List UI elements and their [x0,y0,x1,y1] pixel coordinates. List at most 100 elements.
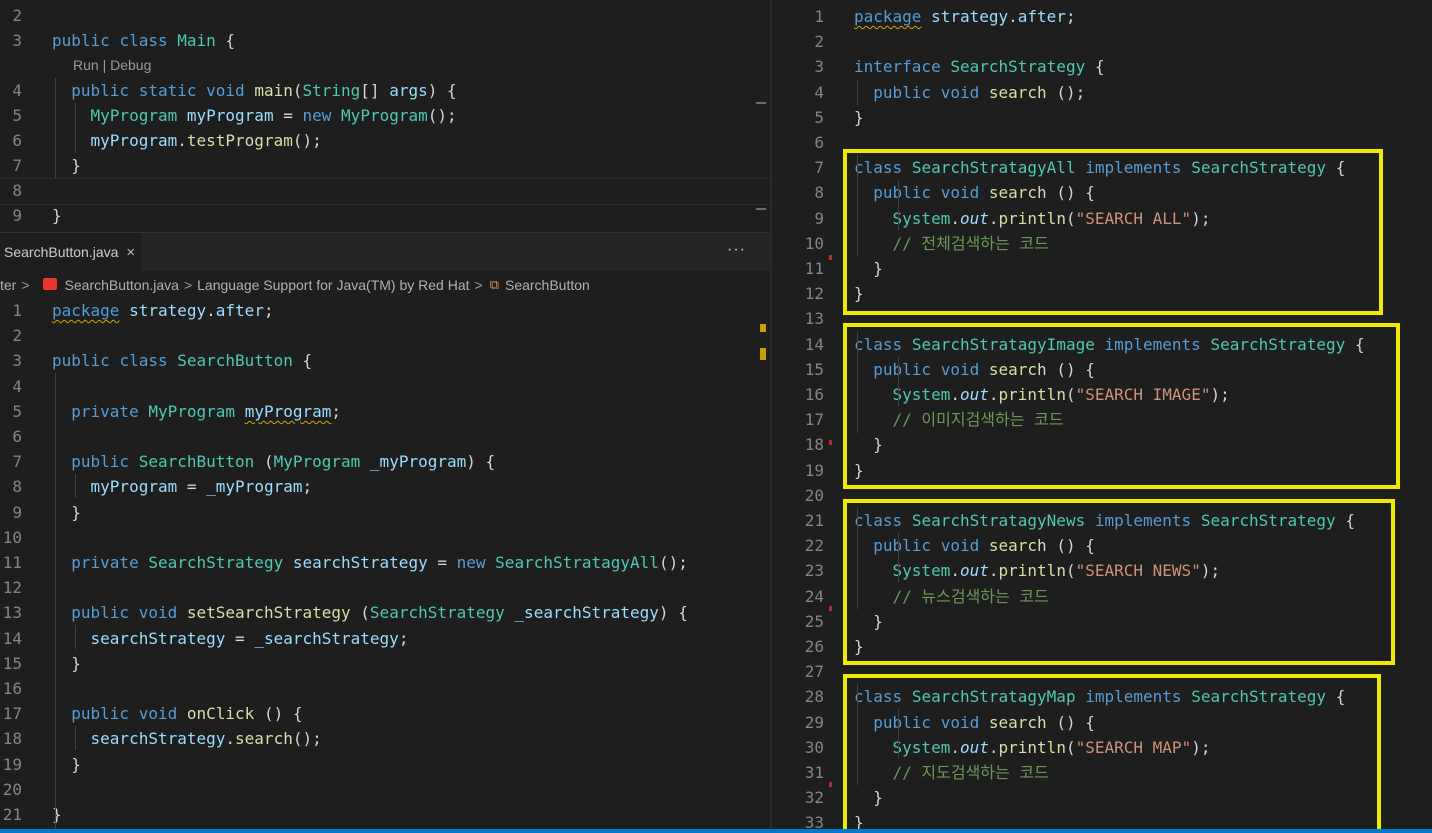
code-line[interactable]: 8 myProgram = _myProgram; [0,474,770,499]
indent-guide [75,625,76,649]
code-line[interactable]: 3 interface SearchStrategy { [772,54,1432,79]
line-number: 19 [804,460,824,480]
line-number: 5 [12,401,22,421]
line-number: 15 [2,653,22,673]
line-number: 27 [804,662,824,682]
line-number: 1 [12,301,22,320]
line-number: 16 [2,679,22,698]
code-line[interactable]: 1 package strategy.after; [772,4,1432,29]
code-line[interactable]: 5} [772,105,1432,130]
line-number: 4 [12,376,22,396]
code-text: interface SearchStrategy { [854,57,1105,77]
code-text: public void onClick () { [71,704,303,724]
highlight-box-search-all [843,149,1383,315]
breadcrumb-language-support[interactable]: Language Support for Java(TM) by Red Hat [197,277,469,293]
line-number: 13 [804,309,824,329]
code-text: MyProgram myProgram = new MyProgram(); [90,106,457,125]
code-line[interactable]: 12 [0,575,770,600]
line-number: 20 [804,485,824,505]
code-line[interactable]: 6 [0,424,770,449]
more-actions-icon[interactable]: ··· [727,241,746,259]
code-line[interactable]: 13 public void setSearchStrategy (Search… [0,600,770,625]
code-line[interactable]: 9} [0,203,770,228]
line-number: 8 [814,183,824,203]
code-line[interactable]: 4 public void search (); [772,80,1432,105]
line-number: 9 [12,206,22,225]
code-text: public class Main { [52,31,236,50]
code-line[interactable]: 10 [0,525,770,550]
code-line[interactable]: 20 [0,777,770,802]
code-text: } [52,206,62,225]
line-number: 3 [814,57,824,77]
line-number: 6 [12,131,22,150]
code-line[interactable]: 11 private SearchStrategy searchStrategy… [0,550,770,575]
breadcrumb-separator: > [183,277,193,293]
line-number: 23 [804,561,824,581]
line-number: 11 [2,553,22,572]
codelens-run-debug[interactable]: Run | Debug [73,57,151,73]
editor-tab-bar: SearchButton.java × ··· [0,232,770,271]
code-line[interactable]: 16 [0,676,770,701]
code-line[interactable]: 2 [772,29,1432,54]
current-line-highlight [0,178,770,205]
code-line[interactable]: 18 searchStrategy.search(); [0,726,770,751]
highlight-box-search-map [843,674,1381,833]
code-line[interactable]: 17 public void onClick () { [0,701,770,726]
right-editor-pane: 1 package strategy.after; 2 3 interface Sear… [772,0,1432,833]
code-line[interactable]: 1 package strategy.after; [0,298,770,323]
code-text: public void search (); [873,82,1086,102]
indent-guide [857,80,858,105]
searchbutton-java-editor[interactable]: 1 package strategy.after; 2 3 public class S… [0,297,770,833]
scrollbar-marker [760,348,766,360]
line-number: 9 [814,208,824,228]
code-line[interactable]: 9 } [0,500,770,525]
line-number: 7 [12,452,22,472]
status-bar [0,829,1432,833]
code-line[interactable]: 2 [0,3,770,28]
code-line[interactable]: 14 searchStrategy = _searchStrategy; [0,626,770,651]
line-number: 15 [804,359,824,379]
indent-guide [75,103,76,153]
error-marker [829,782,832,787]
indent-guide [55,373,56,833]
code-text: private SearchStrategy searchStrategy = … [71,553,688,572]
code-line[interactable]: 4 public static void main(String[] args)… [0,78,770,103]
code-line[interactable]: 7 } [0,153,770,178]
code-text: } [854,107,864,127]
code-line[interactable]: 3 public class Main { [0,28,770,53]
code-line[interactable]: 5 MyProgram myProgram = new MyProgram(); [0,103,770,128]
tab-searchbutton-java[interactable]: SearchButton.java × [0,233,142,271]
line-number: 12 [804,284,824,304]
code-text: } [71,502,81,522]
breadcrumb-folder[interactable]: ter [0,277,16,293]
main-java-editor[interactable]: 2 3 public class Main { 4 public static voi… [0,0,770,232]
highlight-box-search-image [843,323,1400,489]
code-line[interactable]: 19 } [0,752,770,777]
line-number: 4 [814,82,824,102]
line-number: 4 [12,81,22,100]
breadcrumb-separator: > [474,277,483,293]
code-text: public static void main(String[] args) { [71,81,457,100]
code-line[interactable]: 3 public class SearchButton { [0,348,770,373]
line-number: 30 [804,737,824,757]
code-line[interactable]: 5 private MyProgram myProgram; [0,399,770,424]
indent-guide [75,726,76,750]
code-line[interactable]: 15 } [0,651,770,676]
close-icon[interactable]: × [126,244,135,261]
breadcrumb-class[interactable]: SearchButton [505,277,590,293]
line-number: 28 [804,687,824,707]
error-marker [829,440,832,445]
code-line[interactable]: 21} [0,802,770,827]
code-text: public class SearchButton { [52,351,313,371]
line-number: 12 [2,578,22,598]
breadcrumb-file[interactable]: SearchButton.java [65,277,179,293]
line-number: 32 [804,788,824,808]
code-line[interactable]: 6 myProgram.testProgram(); [0,128,770,153]
error-marker [829,255,832,260]
code-line[interactable]: 7 public SearchButton (MyProgram _myProg… [0,449,770,474]
line-number: 18 [2,729,22,749]
code-line[interactable]: 2 [0,323,770,348]
code-text: package strategy.after; [52,301,274,320]
line-number: 8 [12,477,22,497]
code-line[interactable]: 4 [0,374,770,399]
